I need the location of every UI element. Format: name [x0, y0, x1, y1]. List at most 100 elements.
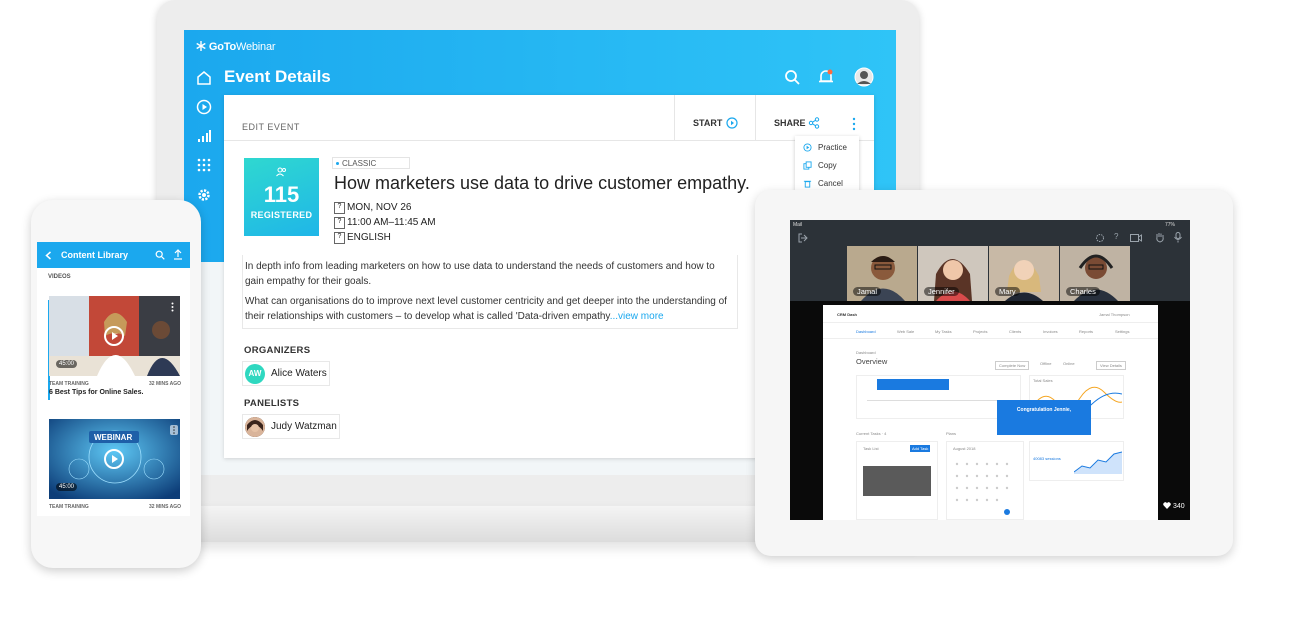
webcam-tile[interactable]: Charles	[1060, 246, 1130, 301]
search-icon[interactable]	[784, 69, 800, 85]
status-battery: 77%	[1165, 222, 1176, 228]
crm-complete-button: Complete Now	[995, 361, 1030, 370]
tablet-toolbar: Mail 77% ?	[790, 220, 1190, 246]
play-button-icon[interactable]	[104, 449, 124, 469]
phone-screen: Content Library VIDEOS 45:00 TEAM TRAINI…	[37, 242, 190, 516]
panelist-avatar	[245, 417, 265, 437]
search-icon[interactable]	[155, 250, 165, 260]
webcam-strip: Jamal Jennifer Mary Charles	[790, 246, 1190, 301]
back-arrow-icon[interactable]	[45, 251, 52, 260]
organizer-avatar: AW	[245, 364, 265, 384]
analytics-icon[interactable]	[196, 128, 212, 144]
crm-sessions: 40083 sessions	[1033, 456, 1061, 461]
crm-visits-chart: 40083 sessions	[1029, 441, 1124, 481]
video-category: TEAM TRAINING	[49, 381, 89, 387]
help-icon[interactable]: ?	[1114, 232, 1118, 241]
camera-icon[interactable]	[1130, 234, 1142, 242]
microphone-icon[interactable]	[1174, 232, 1182, 243]
attendee-name: Mary	[995, 287, 1020, 296]
crm-add-task: Add Task	[910, 445, 931, 452]
webcam-tile[interactable]: Mary	[989, 246, 1059, 301]
more-vertical-icon[interactable]	[851, 117, 857, 131]
brand-light: Webinar	[235, 41, 276, 53]
gear-icon[interactable]	[196, 187, 212, 203]
share-label: SHARE	[774, 118, 806, 128]
crm-tab: My Tasks	[935, 329, 952, 334]
video-category: TEAM TRAINING	[49, 504, 89, 510]
video-duration: 45:00	[56, 483, 78, 491]
start-label: START	[693, 118, 723, 128]
play-circle-icon	[726, 117, 738, 129]
trash-icon	[803, 180, 812, 188]
brand-bold: GoTo	[208, 41, 236, 53]
page-title: Event Details	[224, 67, 331, 86]
crm-area-chart	[1074, 451, 1122, 474]
avatar[interactable]	[854, 67, 874, 87]
event-date: MON, NOV 26	[334, 202, 411, 214]
crm-calendar-grid	[955, 462, 1010, 515]
exit-icon[interactable]	[798, 233, 808, 243]
apps-grid-icon[interactable]	[196, 157, 212, 173]
description-paragraph: What can organisations do to improve nex…	[245, 294, 735, 324]
crm-header: CRM Dash Jamal Thompson	[823, 305, 1158, 323]
brand-logo: GoToWebinar	[196, 41, 276, 53]
crm-heading: Overview	[856, 357, 888, 366]
event-description: In depth info from leading marketers on …	[242, 255, 738, 329]
video-thumbnail[interactable]: WEBINAR 45:00	[49, 419, 180, 499]
menu-label: Copy	[818, 161, 837, 170]
upload-icon[interactable]	[173, 249, 183, 260]
play-button-icon[interactable]	[104, 326, 124, 346]
share-icon	[808, 117, 820, 129]
panelist-chip[interactable]: Judy Watzman	[242, 414, 340, 439]
crm-tab: Reports	[1079, 329, 1094, 334]
panelists-heading: PANELISTS	[244, 398, 300, 409]
crm-breadcrumb: Dashboard	[856, 350, 876, 355]
edit-event-label[interactable]: EDIT EVENT	[242, 122, 300, 132]
organizer-chip[interactable]: AW Alice Waters	[242, 361, 330, 386]
share-button[interactable]: SHARE	[755, 95, 837, 141]
video-title[interactable]: 6 Best Tips for Online Sales.	[49, 389, 143, 396]
video-age: 32 MINS AGO	[149, 381, 182, 387]
card-header: EDIT EVENT START SHARE	[224, 95, 874, 141]
view-more-link[interactable]: ...view more	[610, 311, 664, 322]
start-button[interactable]: START	[674, 95, 756, 141]
video-meta: TEAM TRAINING 32 MINS AGO	[49, 504, 181, 510]
crm-legend-online: Online	[1063, 361, 1075, 366]
crm-task-card	[863, 466, 931, 496]
phone-header: Content Library	[37, 242, 190, 268]
heart-icon	[1163, 502, 1171, 509]
description-paragraph: In depth info from leading marketers on …	[245, 261, 715, 287]
play-circle-icon[interactable]	[196, 99, 212, 115]
crm-app-name: CRM Dash	[837, 312, 858, 317]
more-vertical-icon[interactable]	[170, 425, 178, 435]
likes-counter[interactable]: 340	[1163, 502, 1185, 510]
video-duration: 45:00	[56, 360, 78, 368]
attendee-name: Jennifer	[924, 287, 959, 296]
home-icon[interactable]	[196, 70, 212, 86]
tablet-screen: Mail 77% ? Jamal Jennifer Mary Charles C…	[790, 220, 1190, 520]
organizers-heading: ORGANIZERS	[244, 345, 311, 356]
play-circle-icon	[803, 143, 812, 152]
registered-label: REGISTERED	[250, 210, 313, 220]
video-age: 32 MINS AGO	[149, 504, 182, 510]
videos-heading: VIDEOS	[48, 274, 71, 280]
bell-icon[interactable]	[818, 69, 834, 85]
webcam-tile[interactable]: Jamal	[847, 246, 917, 301]
crm-view-button: View Details	[1096, 361, 1126, 370]
event-type-badge: CLASSIC	[332, 157, 410, 169]
video-thumbnail[interactable]: 45:00	[49, 296, 180, 376]
crm-congrats-card: Congratulation Jennie,	[997, 400, 1091, 435]
crm-task-list: Task List Add Task	[856, 441, 938, 520]
crm-tab: Web Sale	[897, 329, 915, 334]
organizer-name: Alice Waters	[271, 368, 327, 379]
webcam-tile[interactable]: Jennifer	[918, 246, 988, 301]
crm-congrats-text: Congratulation Jennie,	[1016, 407, 1072, 413]
snowflake-icon	[196, 41, 206, 51]
webinar-banner: WEBINAR	[94, 433, 133, 442]
registered-badge: 115 REGISTERED	[244, 158, 319, 236]
gear-icon[interactable]	[1095, 233, 1105, 243]
raise-hand-icon[interactable]	[1155, 232, 1165, 243]
more-vertical-icon[interactable]	[171, 302, 174, 312]
crm-tabs: Dashboard Web Sale My Tasks Projects Cli…	[823, 323, 1158, 339]
registered-count: 115	[263, 182, 300, 207]
